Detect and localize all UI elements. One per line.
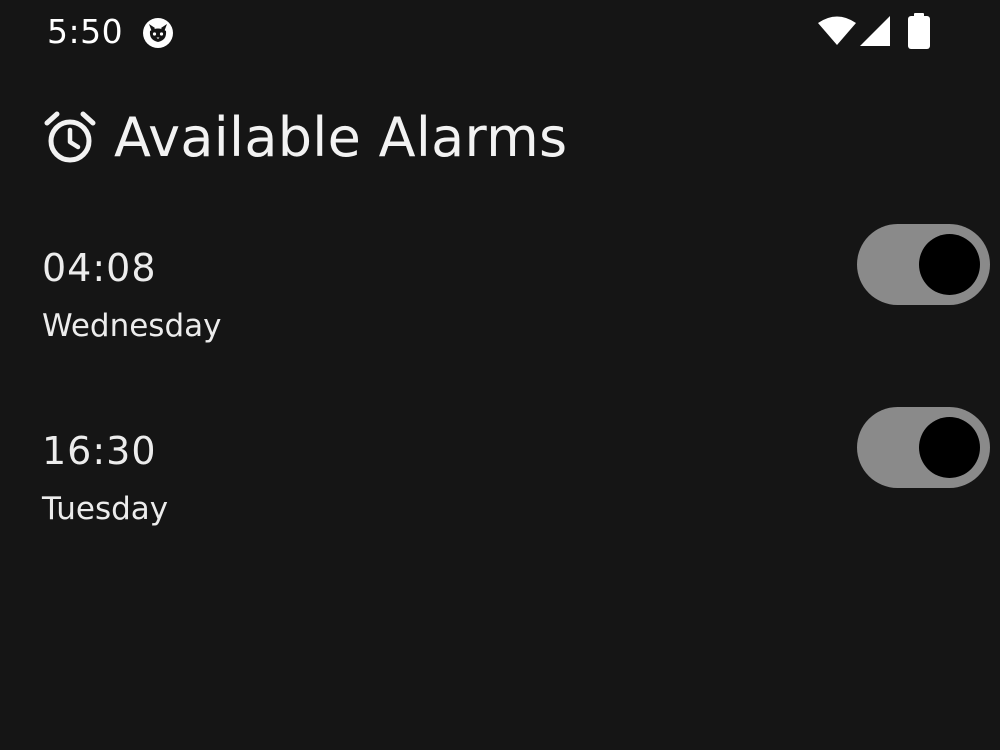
alarm-time: 16:30 <box>42 429 157 473</box>
alarm-day: Wednesday <box>42 308 222 344</box>
alarm-time: 04:08 <box>42 246 157 290</box>
cell-signal-icon <box>860 16 890 46</box>
alarm-list: 04:08 Wednesday 16:30 Tuesday <box>0 224 1000 592</box>
battery-icon <box>908 13 930 49</box>
alarm-item[interactable]: 16:30 Tuesday <box>0 407 1000 592</box>
alarm-toggle[interactable] <box>857 407 990 488</box>
status-time: 5:50 <box>47 12 124 51</box>
page-header: Available Alarms <box>42 100 567 176</box>
page-title: Available Alarms <box>114 106 568 169</box>
alarm-screen: 5:50 Available Alarms 04:08 Wednesday 16… <box>0 0 1000 750</box>
status-bar: 5:50 <box>0 0 1000 64</box>
alarm-toggle[interactable] <box>857 224 990 305</box>
alarm-clock-icon <box>44 111 96 163</box>
toggle-knob <box>919 417 980 478</box>
alarm-item[interactable]: 04:08 Wednesday <box>0 224 1000 409</box>
toggle-knob <box>919 234 980 295</box>
cat-face-icon <box>143 18 173 48</box>
alarm-day: Tuesday <box>42 491 169 527</box>
wifi-icon <box>818 16 856 45</box>
